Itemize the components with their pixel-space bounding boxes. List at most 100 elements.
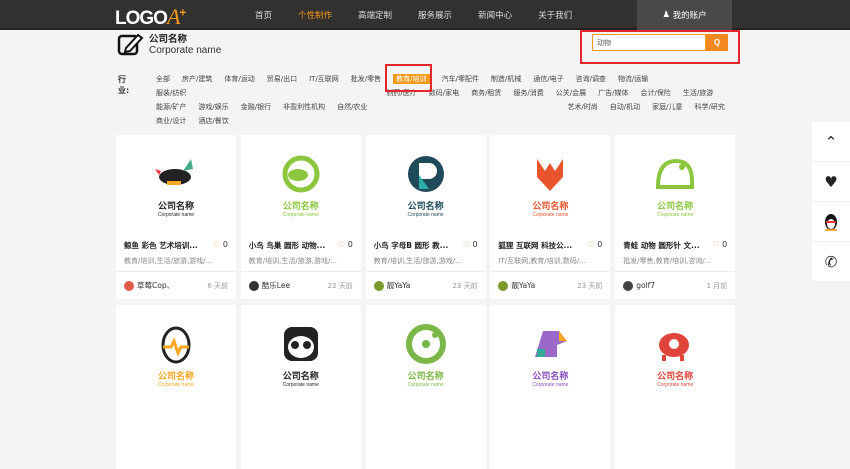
like-button[interactable]: ♡ 0 bbox=[213, 240, 228, 249]
logo-company-name: 公司名称 bbox=[657, 372, 694, 382]
avatar[interactable] bbox=[623, 280, 634, 291]
logo-company-name: 公司名称 bbox=[657, 202, 694, 212]
account-label: 我的账户 bbox=[672, 11, 707, 21]
industry-tag[interactable]: 酒店/餐饮 bbox=[198, 116, 228, 126]
industry-tag[interactable]: 服务/消费 bbox=[513, 88, 543, 98]
industry-tag[interactable]: 咨询/调查 bbox=[576, 74, 606, 84]
industry-tag[interactable]: 批发/零售 bbox=[351, 74, 381, 84]
user-icon: ♟ bbox=[662, 10, 673, 20]
logo-corporate-name: Corporate name bbox=[407, 382, 444, 388]
industry-tag[interactable]: 商务/租赁 bbox=[471, 88, 501, 98]
industry-tag[interactable]: 通信/电子 bbox=[533, 74, 563, 84]
heart-outline-icon: ♡ bbox=[213, 240, 221, 249]
avatar[interactable] bbox=[124, 280, 134, 291]
industry-tag[interactable]: 数码/家电 bbox=[429, 88, 459, 98]
industry-tag[interactable]: 科学/研究 bbox=[695, 102, 725, 112]
chevron-up-icon[interactable]: ⌃ bbox=[812, 122, 850, 162]
logo-image bbox=[535, 331, 568, 357]
nav-item[interactable]: 个性制作 bbox=[298, 9, 332, 21]
like-button[interactable]: ♡ 0 bbox=[338, 240, 353, 249]
industry-tag[interactable]: 物流/运输 bbox=[618, 74, 648, 84]
site-logo[interactable]: LOGOA+ bbox=[115, 4, 186, 30]
logo-preview[interactable]: 公司名称 Corporate name bbox=[116, 305, 236, 400]
industry-tag[interactable]: 金融/银行 bbox=[241, 102, 271, 112]
logo-preview[interactable]: 公司名称 Corporate name bbox=[490, 305, 610, 400]
my-account-button[interactable]: ♟ 我的账户 bbox=[637, 0, 732, 30]
industry-tag[interactable]: 能源/矿产 bbox=[156, 102, 186, 112]
card-title[interactable]: 小鸟 鸟巢 圆形 动物... bbox=[249, 240, 335, 251]
card-footer: 草莓Cop、 6 天前 bbox=[116, 271, 236, 299]
avatar[interactable] bbox=[498, 280, 509, 291]
logo-card[interactable]: 公司名称 Corporate name 鲸鱼 彩色 艺术培训... ♡ 0 教育/培训,… bbox=[116, 135, 236, 299]
nav-item[interactable]: 首页 bbox=[255, 9, 272, 21]
industry-tag[interactable]: 服装/纺织 bbox=[156, 88, 186, 98]
logo-preview[interactable]: 公司名称 Corporate name bbox=[241, 305, 361, 400]
nav-item[interactable]: 新闻中心 bbox=[478, 9, 512, 21]
logo-preview[interactable]: 公司名称 Corporate name bbox=[366, 305, 486, 400]
logo-company-name: 公司名称 bbox=[532, 372, 569, 382]
search-button[interactable]: Q bbox=[706, 34, 728, 51]
industry-tag[interactable]: 广告/媒体 bbox=[598, 88, 628, 98]
logo-corporate-name: Corporate name bbox=[657, 382, 694, 388]
industry-tag[interactable]: 艺术/时尚 bbox=[567, 102, 597, 112]
logo-preview[interactable]: 公司名称 Corporate name bbox=[241, 135, 361, 230]
avatar[interactable] bbox=[248, 280, 259, 291]
logo-preview[interactable]: 公司名称 Corporate name bbox=[615, 305, 735, 400]
username[interactable]: 靓YaYa bbox=[387, 280, 411, 291]
phone-icon[interactable]: ✆ bbox=[812, 242, 850, 282]
card-title[interactable]: 鲸鱼 彩色 艺术培训... bbox=[124, 240, 210, 251]
username[interactable]: 草莓Cop、 bbox=[137, 280, 174, 291]
industry-tag[interactable]: 汽车/零配件 bbox=[442, 74, 479, 84]
industry-tag[interactable]: 制造/机械 bbox=[491, 74, 521, 84]
industry-tag[interactable]: 生活/旅游 bbox=[683, 88, 713, 98]
heart-icon[interactable]: ♥ bbox=[812, 162, 850, 202]
like-button[interactable]: ♡ 0 bbox=[463, 240, 478, 249]
card-title[interactable]: 小鸟 字母B 圆形 教... bbox=[374, 240, 460, 251]
card-title[interactable]: 狐狸 互联网 科技公... bbox=[498, 240, 584, 251]
avatar[interactable] bbox=[373, 280, 384, 291]
industry-tag[interactable]: 房产/建筑 bbox=[182, 74, 212, 84]
logo-card[interactable]: 公司名称 Corporate name 青蛙 动物 圆形针 文... ♡ 0 批发/零售… bbox=[615, 135, 736, 299]
industry-tag[interactable]: 商业/设计 bbox=[156, 116, 186, 126]
like-button[interactable]: ♡ 0 bbox=[588, 240, 603, 249]
nav-item[interactable]: 关于我们 bbox=[538, 9, 572, 21]
industry-tag[interactable]: 自动/机动 bbox=[610, 102, 640, 112]
industry-tag[interactable]: 家庭/儿童 bbox=[652, 102, 682, 112]
nav-item[interactable]: 服务展示 bbox=[418, 9, 452, 21]
logo-preview[interactable]: 公司名称 Corporate name bbox=[366, 135, 486, 230]
logo-preview[interactable]: 公司名称 Corporate name bbox=[490, 135, 610, 230]
industry-tag[interactable]: 自然/农业 bbox=[337, 102, 367, 112]
industry-tag[interactable]: 公关/会展 bbox=[556, 88, 586, 98]
logo-card[interactable]: 公司名称 Corporate name 狐狸 互联网 科技公... ♡ 0 IT/互联网… bbox=[490, 135, 611, 299]
industry-tag[interactable]: IT/互联网 bbox=[309, 74, 339, 84]
search-input[interactable] bbox=[592, 34, 706, 51]
logo-company-name: 公司名称 bbox=[532, 202, 569, 212]
industry-tag[interactable]: 贸易/出口 bbox=[267, 74, 297, 84]
qq-penguin-icon[interactable] bbox=[812, 202, 850, 242]
industry-tag[interactable]: 全部 bbox=[156, 74, 170, 84]
username[interactable]: 靓YaYa bbox=[511, 280, 535, 291]
username[interactable]: 酷乐Lee bbox=[262, 280, 290, 291]
logo-card[interactable]: 公司名称 Corporate name bbox=[615, 305, 736, 469]
logo-card[interactable]: 公司名称 Corporate name 小鸟 鸟巢 圆形 动物... ♡ 0 教育/培训… bbox=[240, 135, 361, 299]
logo-preview[interactable]: 公司名称 Corporate name bbox=[615, 135, 735, 230]
logo-card[interactable]: 公司名称 Corporate name bbox=[116, 305, 236, 469]
post-time: 1 月前 bbox=[706, 281, 728, 290]
card-title[interactable]: 青蛙 动物 圆形针 文... bbox=[623, 240, 709, 251]
industry-tag[interactable]: 体育/运动 bbox=[224, 74, 254, 84]
logo-company-name: 公司名称 bbox=[407, 372, 444, 382]
industry-tag[interactable]: 非盈利性机构 bbox=[283, 102, 325, 112]
username[interactable]: golf7 bbox=[636, 281, 655, 290]
like-count: 0 bbox=[472, 240, 478, 249]
top-navbar: LOGOA+ 首页 个性制作 高端定制 服务展示 新闻中心 关于我们 ♟ 我的账户 bbox=[0, 0, 850, 30]
like-button[interactable]: ♡ 0 bbox=[712, 240, 727, 249]
logo-card[interactable]: 公司名称 Corporate name 小鸟 字母B 圆形 教... ♡ 0 教育/培训… bbox=[365, 135, 486, 299]
logo-image bbox=[283, 327, 318, 361]
logo-preview[interactable]: 公司名称 Corporate name bbox=[116, 135, 236, 230]
nav-item[interactable]: 高端定制 bbox=[358, 9, 392, 21]
logo-card[interactable]: 公司名称 Corporate name bbox=[490, 305, 611, 469]
logo-card[interactable]: 公司名称 Corporate name bbox=[365, 305, 486, 469]
industry-tag[interactable]: 会计/保险 bbox=[641, 88, 671, 98]
logo-card[interactable]: 公司名称 Corporate name bbox=[240, 305, 361, 469]
industry-tag[interactable]: 游戏/娱乐 bbox=[198, 102, 228, 112]
